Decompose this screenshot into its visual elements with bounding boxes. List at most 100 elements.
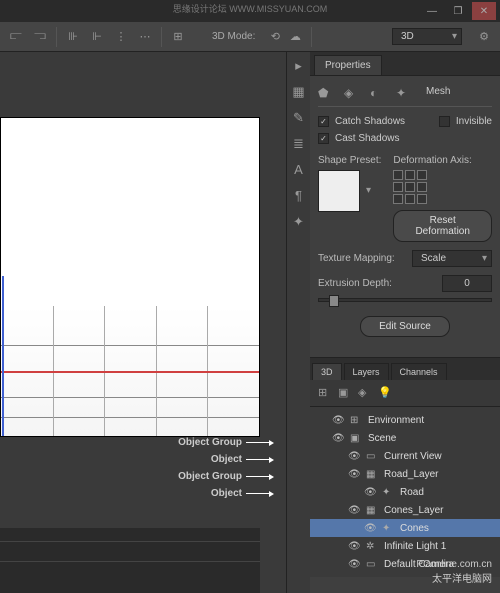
tree-row[interactable]: 👁 ▭ Current View	[310, 447, 500, 465]
cloud-icon[interactable]: ☁	[287, 29, 303, 45]
axis-grid[interactable]	[393, 170, 492, 204]
close-button[interactable]: ✕	[472, 2, 496, 20]
extrusion-depth-field[interactable]: 0	[442, 275, 492, 292]
layers-icon[interactable]: ≣	[290, 136, 308, 154]
mesh-mode-icon[interactable]: ⬟	[318, 86, 334, 102]
3d-tree: 👁 ⊞ Environment 👁 ▣ Scene 👁 ▭ Current View 👁 ▦ Road…	[310, 407, 500, 577]
collapse-icon[interactable]: ▸	[290, 58, 308, 76]
tree-item-label: Infinite Light 1	[384, 541, 446, 552]
mode-label: 3D Mode:	[212, 31, 255, 42]
filter-material-icon[interactable]: ◈	[358, 386, 372, 400]
tree-row[interactable]: 👁 ⊞ Environment	[310, 411, 500, 429]
watermark-top: 思缘设计论坛 WWW.MISSYUAN.COM	[173, 2, 328, 15]
tree-item-label: Road	[400, 487, 424, 498]
item-type-icon: ✦	[382, 523, 396, 534]
extrusion-slider[interactable]	[318, 298, 492, 302]
distribute-icon[interactable]: ⊩	[89, 29, 105, 45]
options-bar: ⫍ ⫎ ⊪ ⊩ ⋮ ⋯ ⊞ 3D Mode: ⟲ ☁ 3D ⚙	[0, 22, 500, 52]
swatches-icon[interactable]: ▦	[290, 84, 308, 102]
deformation-axis-label: Deformation Axis:	[393, 155, 492, 166]
visibility-icon[interactable]: 👁	[332, 415, 346, 426]
grid-icon[interactable]: ⊞	[170, 29, 186, 45]
canvas-area[interactable]	[0, 52, 286, 593]
texture-mapping-dropdown[interactable]: Scale	[412, 250, 492, 267]
visibility-icon[interactable]: 👁	[348, 541, 362, 552]
tree-item-label: Current View	[384, 451, 442, 462]
visibility-icon[interactable]: 👁	[332, 433, 346, 444]
tool-icon[interactable]: ✦	[290, 214, 308, 232]
visibility-icon[interactable]: 👁	[348, 451, 362, 462]
visibility-icon[interactable]: 👁	[364, 523, 378, 534]
x-axis-gizmo[interactable]	[1, 371, 259, 373]
tree-row[interactable]: 👁 ✦ Road	[310, 483, 500, 501]
tree-row[interactable]: 👁 ✲ Infinite Light 1	[310, 537, 500, 555]
vertical-toolbar: ▸ ▦ ✎ ≣ A ¶ ✦	[286, 52, 310, 593]
tree-row[interactable]: 👁 ✦ Cones	[310, 519, 500, 537]
right-panels: Properties ⬟ ◈ ◐ ✦ Mesh ✓ Catch Shadows …	[310, 52, 500, 593]
item-type-icon: ▭	[366, 451, 380, 462]
view-dropdown[interactable]: 3D	[392, 28, 462, 45]
tab-layers[interactable]: Layers	[344, 363, 389, 380]
visibility-icon[interactable]: 👁	[348, 505, 362, 516]
distribute-icon[interactable]: ⋯	[137, 29, 153, 45]
tree-row[interactable]: 👁 ▣ Scene	[310, 429, 500, 447]
tree-item-label: Scene	[368, 433, 396, 444]
align-icon[interactable]: ⫎	[32, 29, 48, 45]
tree-row[interactable]: 👁 ▦ Road_Layer	[310, 465, 500, 483]
catch-shadows-label: Catch Shadows	[335, 116, 405, 127]
3d-panel: 3D Layers Channels ⊞ ▣ ◈ 💡 👁 ⊞ Environment…	[310, 357, 500, 577]
cast-shadows-label: Cast Shadows	[335, 133, 399, 144]
visibility-icon[interactable]: 👁	[348, 469, 362, 480]
watermark: PConline.com.cn 太平洋电脑网	[416, 559, 492, 585]
catch-shadows-checkbox[interactable]: ✓	[318, 116, 329, 127]
invisible-label: Invisible	[456, 116, 492, 127]
coord-mode-icon[interactable]: ✦	[396, 86, 412, 102]
cast-shadows-checkbox[interactable]: ✓	[318, 133, 329, 144]
edit-source-button[interactable]: Edit Source	[360, 316, 450, 337]
brush-icon[interactable]: ✎	[290, 110, 308, 128]
filter-mesh-icon[interactable]: ▣	[338, 386, 352, 400]
item-type-icon: ✲	[366, 541, 380, 552]
properties-panel: ⬟ ◈ ◐ ✦ Mesh ✓ Catch Shadows Invisible ✓…	[310, 76, 500, 357]
align-icon[interactable]: ⫍	[8, 29, 24, 45]
tab-3d[interactable]: 3D	[312, 363, 342, 380]
paragraph-icon[interactable]: ¶	[290, 188, 308, 206]
3d-filter-bar: ⊞ ▣ ◈ 💡	[310, 380, 500, 407]
tab-properties[interactable]: Properties	[314, 55, 382, 75]
invisible-checkbox[interactable]	[439, 116, 450, 127]
tree-item-label: Cones	[400, 523, 429, 534]
reset-deformation-button[interactable]: Reset Deformation	[393, 210, 492, 242]
visibility-icon[interactable]: 👁	[348, 559, 362, 570]
y-axis-gizmo[interactable]	[2, 276, 4, 436]
document-canvas[interactable]	[0, 117, 260, 437]
item-type-icon: ▣	[350, 433, 364, 444]
mesh-label: Mesh	[426, 86, 450, 102]
distribute-icon[interactable]: ⊪	[65, 29, 81, 45]
filter-scene-icon[interactable]: ⊞	[318, 386, 332, 400]
tree-item-label: Road_Layer	[384, 469, 438, 480]
item-type-icon: ✦	[382, 487, 396, 498]
distribute-icon[interactable]: ⋮	[113, 29, 129, 45]
tab-channels[interactable]: Channels	[391, 363, 447, 380]
extrusion-depth-label: Extrusion Depth:	[318, 278, 436, 289]
properties-tabs: Properties	[310, 52, 500, 76]
item-type-icon: ▦	[366, 469, 380, 480]
item-type-icon: ⊞	[350, 415, 364, 426]
tree-item-label: Cones_Layer	[384, 505, 443, 516]
texture-mapping-label: Texture Mapping:	[318, 253, 406, 264]
filter-light-icon[interactable]: 💡	[378, 386, 392, 400]
maximize-button[interactable]: ❐	[446, 2, 470, 20]
minimize-button[interactable]: —	[420, 2, 444, 20]
item-type-icon: ▭	[366, 559, 380, 570]
shape-preset-label: Shape Preset:	[318, 155, 381, 166]
shape-preset-picker[interactable]	[318, 170, 360, 212]
item-type-icon: ▦	[366, 505, 380, 516]
tree-item-label: Environment	[368, 415, 424, 426]
tree-row[interactable]: 👁 ▦ Cones_Layer	[310, 501, 500, 519]
deform-mode-icon[interactable]: ◈	[344, 86, 360, 102]
visibility-icon[interactable]: 👁	[364, 487, 378, 498]
settings-icon[interactable]: ⚙	[476, 29, 492, 45]
cap-mode-icon[interactable]: ◐	[370, 86, 386, 102]
type-icon[interactable]: A	[290, 162, 308, 180]
orbit-icon[interactable]: ⟲	[267, 29, 283, 45]
